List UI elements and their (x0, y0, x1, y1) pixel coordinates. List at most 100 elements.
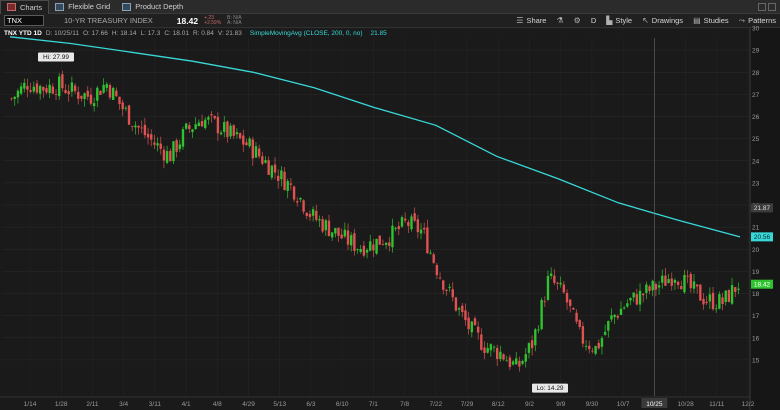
candle-body (289, 183, 293, 185)
candle-body (705, 301, 708, 304)
candle-body (388, 242, 391, 246)
candle-body (343, 229, 347, 237)
candle-body (524, 354, 527, 362)
candle-body (296, 201, 299, 203)
candle-body (118, 96, 121, 104)
candle-body (89, 94, 93, 104)
candle-body (140, 127, 143, 129)
y-tick-label: 19 (752, 269, 760, 276)
candle-body (391, 225, 394, 248)
chart-info-bar: TNX YTD 1D D: 10/25/11 O: 17.66 H: 18.14… (0, 28, 750, 39)
candle-body (715, 308, 718, 310)
candle-body (683, 274, 686, 293)
candle-body (461, 305, 464, 313)
candle-body (661, 275, 664, 283)
candle-body (330, 232, 334, 238)
candle-body (48, 84, 51, 94)
x-tick-label: 9/2 (525, 401, 534, 408)
candle-body (127, 105, 131, 125)
candle-body (365, 250, 369, 253)
candle-body (597, 342, 600, 349)
candle-body (292, 186, 296, 200)
candle-body (283, 171, 286, 191)
candle-body (77, 91, 80, 99)
x-tick-label: 10/28 (677, 401, 694, 408)
candle-body (534, 329, 537, 346)
study-label: SimpleMovingAvg (CLOSE, 200, 0, no) (249, 30, 363, 37)
candle-body (226, 121, 229, 138)
y-tick-label: 15 (752, 357, 760, 364)
candle-body (702, 298, 705, 305)
candle-body (172, 141, 175, 162)
price-chart[interactable]: 151617181920212223242526272829301/141/28… (0, 0, 780, 410)
candle-body (184, 123, 188, 129)
bar-close: C: 18.01 (164, 30, 189, 37)
candle-body (207, 117, 210, 120)
candle-body (58, 76, 61, 97)
candle-body (540, 299, 543, 330)
candle-body (610, 315, 613, 320)
candle-body (150, 134, 153, 140)
candle-body (194, 124, 197, 130)
y-tick-label: 21 (752, 225, 760, 232)
candle-body (321, 219, 324, 232)
candle-body (476, 326, 480, 333)
candle-body (505, 360, 508, 362)
candle-body (26, 85, 29, 90)
candle-body (410, 216, 413, 230)
candle-body (451, 289, 454, 298)
x-tick-label: 7/22 (429, 401, 442, 408)
x-tick-label: 3/11 (149, 401, 162, 408)
candle-body (299, 197, 302, 200)
candle-body (13, 96, 16, 99)
candle-body (673, 279, 677, 283)
candle-body (657, 285, 661, 288)
candle-body (588, 345, 591, 350)
candle-body (676, 281, 680, 285)
candle-body (600, 338, 604, 347)
candle-body (327, 220, 331, 236)
candle-body (305, 212, 308, 217)
candle-body (492, 346, 496, 348)
candle-body (442, 280, 445, 290)
prev-level-marker: 21.87 (754, 205, 771, 212)
candle-body (235, 132, 239, 135)
candle-body (280, 170, 283, 180)
candle-body (565, 293, 569, 303)
x-tick-label: 4/8 (213, 401, 222, 408)
chart-ticker: TNX YTD 1D (4, 30, 42, 37)
candle-body (267, 160, 270, 175)
candle-body (337, 227, 340, 236)
candle-body (737, 288, 740, 290)
candle-body (629, 297, 632, 301)
candle-body (508, 357, 512, 367)
candle-body (419, 229, 423, 234)
candle-body (242, 135, 245, 145)
candle-body (350, 235, 353, 246)
candle-body (575, 312, 578, 322)
candle-body (527, 343, 531, 353)
candle-body (264, 160, 267, 163)
candle-body (638, 290, 642, 305)
candle-body (403, 218, 407, 221)
candle-body (334, 228, 337, 234)
candle-body (680, 286, 683, 290)
low-label: Lo: 14.29 (536, 385, 563, 392)
candle-body (356, 249, 359, 251)
candle-body (16, 90, 20, 98)
x-tick-label: 3/4 (119, 401, 128, 408)
candle-body (642, 293, 645, 296)
candle-body (159, 143, 162, 149)
candle-body (362, 245, 366, 256)
x-tick-label: 10/7 (617, 401, 630, 408)
candle-body (286, 181, 289, 191)
y-tick-label: 29 (752, 48, 760, 55)
candle-body (635, 294, 639, 305)
candle-body (111, 87, 115, 100)
y-tick-label: 20 (752, 247, 760, 254)
candle-body (429, 252, 432, 254)
candle-body (616, 315, 619, 318)
study-value: 21.85 (370, 30, 387, 37)
cursor-date-label: 10/25 (646, 401, 663, 408)
x-tick-label: 1/28 (55, 401, 68, 408)
